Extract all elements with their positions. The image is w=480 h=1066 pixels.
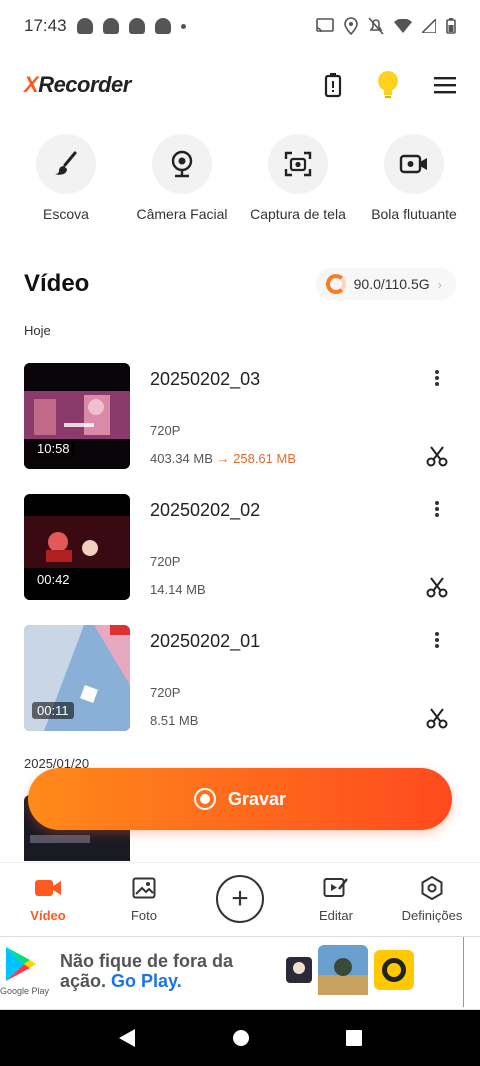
scissors-icon[interactable] [426, 445, 448, 467]
ad-line1: Não fique de fora da [60, 951, 234, 971]
video-size: 403.34 MB → 258.61 MB [150, 451, 296, 466]
ad-highlight: Go Play. [111, 971, 182, 991]
tool-facecam-label: Câmera Facial [136, 206, 228, 222]
lightbulb-icon[interactable] [376, 70, 400, 100]
tool-facecam[interactable]: Câmera Facial [126, 134, 238, 222]
ad-game-icons [286, 945, 414, 995]
wifi-icon [394, 19, 412, 33]
compress-arrow: → [216, 451, 230, 466]
video-thumbnail[interactable]: 10:58 [24, 363, 130, 469]
scissors-icon[interactable] [426, 707, 448, 729]
video-camera-icon [35, 880, 61, 896]
date-group-label: Hoje [24, 323, 51, 338]
video-resolution: 720P [150, 423, 181, 438]
status-time: 17:43 [24, 16, 67, 35]
app-header: XRecorder [0, 60, 480, 110]
video-resolution: 720P [150, 685, 181, 700]
tool-screenshot-label: Captura de tela [250, 206, 346, 222]
video-section-header: Vídeo 90.0/110.5G › [24, 268, 456, 300]
more-options-icon[interactable] [432, 498, 442, 520]
storage-ring-icon [325, 274, 346, 294]
tool-brush[interactable]: Escova [10, 134, 122, 222]
tool-floating-ball[interactable]: Bola flutuante [358, 134, 470, 222]
video-title: 20250202_01 [150, 631, 261, 651]
xrecorder-logo: XRecorder [24, 72, 131, 97]
snapchat-notification-icon [102, 18, 119, 34]
scissors-icon[interactable] [426, 576, 448, 598]
tool-brush-label: Escova [43, 206, 89, 222]
video-thumbnail[interactable]: 00:11 [24, 625, 130, 731]
video-title: 20250202_03 [150, 369, 261, 389]
compressed-size: 258.61 MB [233, 451, 296, 466]
video-size: 14.14 MB [150, 582, 206, 597]
nav-photo[interactable]: Foto [104, 874, 184, 923]
photo-icon [132, 877, 156, 899]
status-bar: 17:43 [0, 0, 480, 52]
snapchat-notification-icon [76, 18, 93, 34]
google-play-label: Google Play [0, 986, 50, 996]
nav-edit[interactable]: Editar [296, 874, 376, 923]
gear-icon [421, 876, 443, 900]
video-list-item[interactable]: 00:11 20250202_01 720P 8.51 MB [24, 625, 456, 731]
ad-line2: ação. [60, 971, 107, 991]
more-options-icon[interactable] [432, 367, 442, 389]
mute-icon [368, 17, 384, 35]
nav-add[interactable]: + [200, 874, 280, 923]
nav-edit-label: Editar [319, 908, 353, 923]
tool-screenshot[interactable]: Captura de tela [242, 134, 354, 222]
home-icon[interactable] [232, 1029, 250, 1047]
menu-icon[interactable] [434, 76, 456, 94]
video-size: 8.51 MB [150, 713, 199, 728]
edit-video-icon [323, 878, 348, 897]
video-list-item[interactable]: 10:58 20250202_03 720P 403.34 MB → 258.6… [24, 363, 456, 469]
back-icon[interactable] [118, 1028, 136, 1048]
ad-banner[interactable]: Google Play Não fique de fora da ação. G… [0, 936, 480, 1010]
brush-icon [55, 151, 77, 175]
video-camera-icon [399, 154, 427, 174]
record-button-label: Gravar [227, 788, 287, 809]
tools-row: Escova Câmera Facial Captura de tela Bol… [0, 134, 480, 222]
bottom-navigation: Vídeo Foto + Editar Definições [0, 862, 480, 934]
brawl-stars-icon [374, 950, 414, 990]
video-title: 20250202_02 [150, 500, 261, 520]
tool-floating-ball-label: Bola flutuante [371, 206, 457, 222]
record-button[interactable]: Gravar [28, 768, 452, 830]
plus-icon: + [216, 874, 264, 923]
nav-video[interactable]: Vídeo [8, 874, 88, 923]
chevron-right-icon: › [437, 276, 442, 292]
location-icon [344, 17, 358, 35]
signal-icon [422, 19, 436, 33]
nav-video-label: Vídeo [30, 908, 66, 923]
system-navigation-bar [0, 1010, 480, 1066]
nav-settings-label: Definições [401, 908, 463, 923]
nav-settings[interactable]: Definições [392, 874, 472, 923]
screenshot-icon [284, 151, 312, 177]
ad-text: Não fique de fora da ação. Go Play. [60, 951, 233, 991]
nav-photo-label: Foto [130, 908, 157, 923]
video-thumbnail[interactable]: 00:42 [24, 494, 130, 600]
video-resolution: 720P [150, 554, 181, 569]
snapchat-notification-icon [154, 18, 171, 34]
game-icon [286, 957, 312, 983]
battery-icon [446, 18, 456, 34]
snapchat-notification-icon [128, 18, 145, 34]
original-size: 403.34 MB [150, 451, 213, 466]
video-duration: 10:58 [32, 440, 75, 457]
more-notifications-icon [180, 23, 186, 29]
video-duration: 00:42 [32, 571, 75, 588]
recents-icon[interactable] [346, 1030, 362, 1046]
storage-indicator[interactable]: 90.0/110.5G › [315, 268, 456, 300]
cast-icon [316, 18, 334, 33]
record-icon [193, 788, 216, 810]
video-duration: 00:11 [32, 702, 74, 719]
google-play-icon [6, 947, 36, 981]
section-title: Vídeo [24, 270, 90, 297]
webcam-icon [171, 150, 193, 178]
more-options-icon[interactable] [432, 629, 442, 651]
storage-text: 90.0/110.5G [353, 276, 430, 292]
pubg-icon [318, 945, 368, 995]
video-list-item[interactable]: 00:42 20250202_02 720P 14.14 MB [24, 494, 456, 600]
battery-saver-icon[interactable] [324, 72, 342, 98]
